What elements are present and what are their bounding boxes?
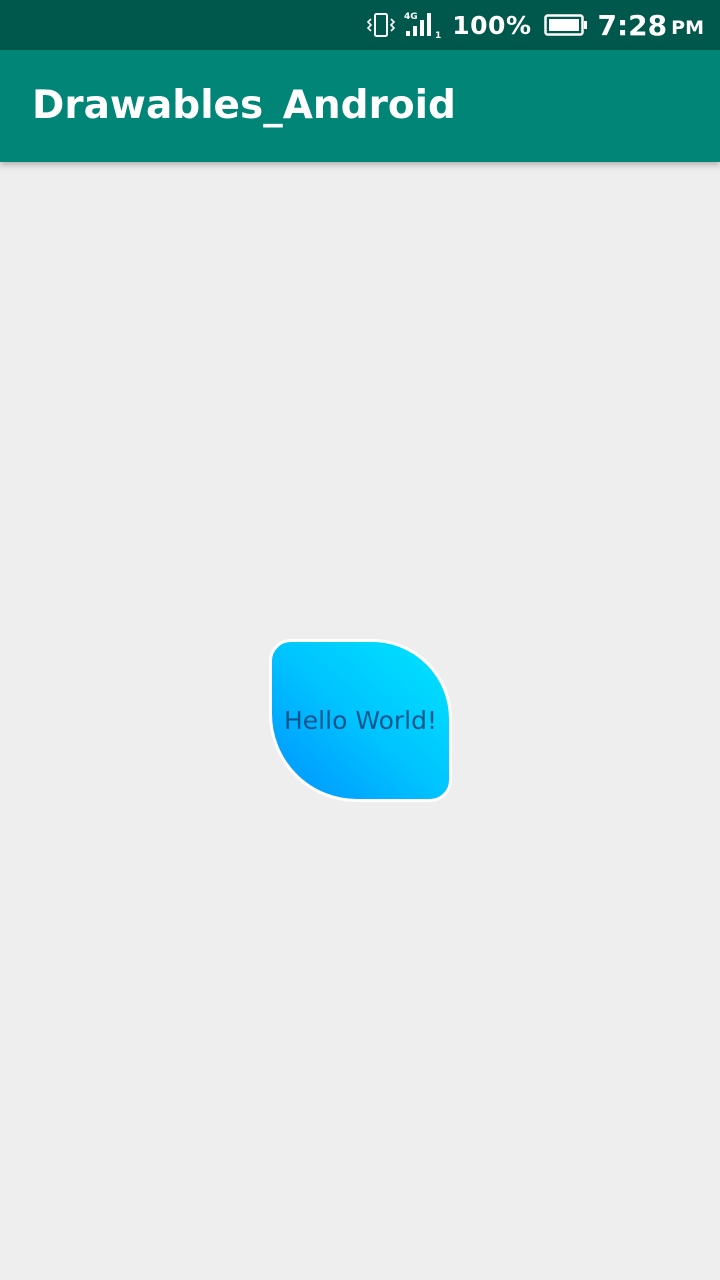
clock: 7:28 (597, 8, 668, 42)
signal-icon: 4G 1 (404, 12, 441, 40)
battery-percent: 100% (452, 10, 532, 40)
hello-world-shape: Hello World! (269, 639, 452, 802)
network-type-label: 4G (404, 12, 418, 22)
battery-icon (543, 14, 587, 36)
app-bar: Drawables_Android (0, 50, 720, 162)
app-title: Drawables_Android (32, 83, 456, 128)
status-bar: 4G 1 100% 7:28 PM (0, 0, 720, 50)
hello-world-text: Hello World! (284, 706, 437, 735)
clock-ampm: PM (671, 17, 704, 39)
sim-slot-label: 1 (435, 31, 441, 40)
status-icons: 4G 1 100% 7:28 PM (366, 0, 704, 50)
vibrate-icon (367, 13, 396, 37)
